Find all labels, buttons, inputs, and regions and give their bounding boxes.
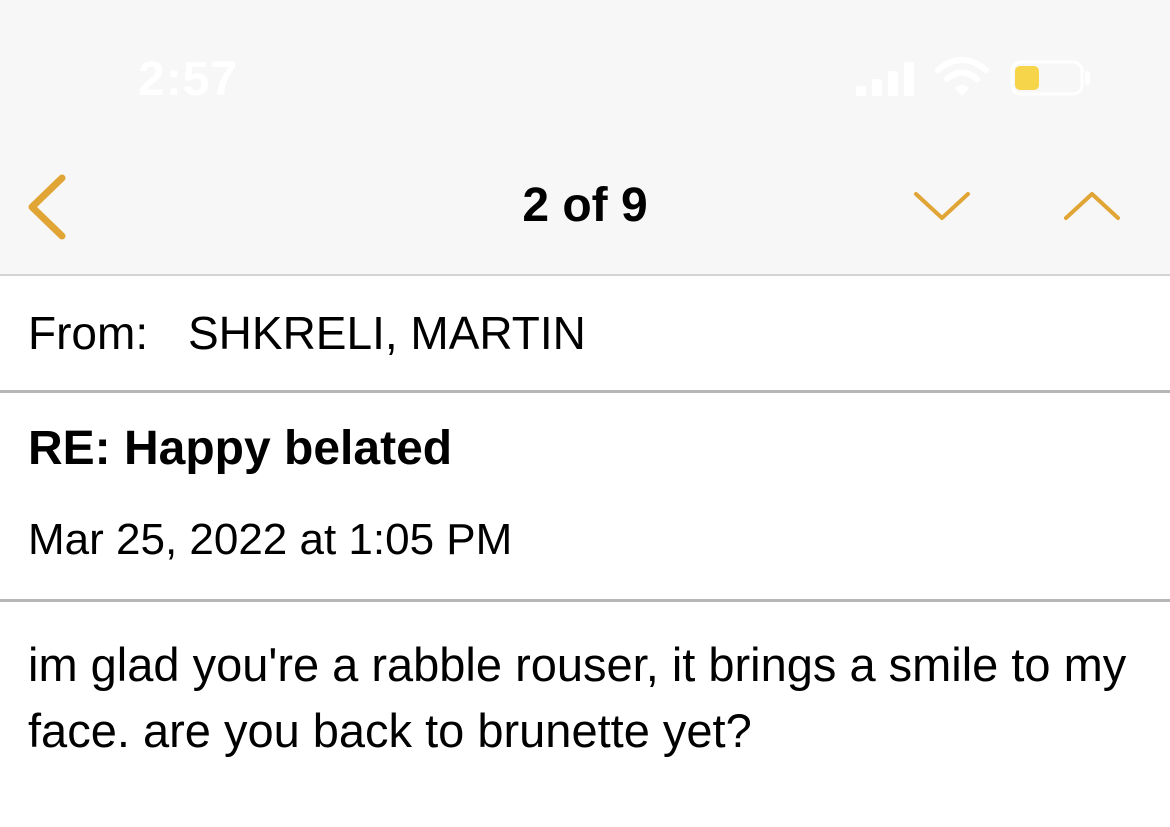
from-label: From: xyxy=(28,307,149,359)
battery-icon xyxy=(1010,60,1090,96)
from-row: From: SHKRELI, MARTIN xyxy=(0,276,1170,393)
wifi-icon xyxy=(935,57,989,96)
message-date: Mar 25, 2022 at 1:05 PM xyxy=(28,515,513,564)
status-time: 2:57 xyxy=(138,53,239,106)
chevron-up-icon[interactable] xyxy=(1060,186,1124,226)
top-bar: 2:57 2 of 9 xyxy=(0,0,1170,276)
message-header: RE: Happy belated Mar 25, 2022 at 1:05 P… xyxy=(0,393,1170,602)
cellular-signal-icon xyxy=(856,62,914,96)
sender-name[interactable]: SHKRELI, MARTIN xyxy=(188,306,586,360)
chevron-down-icon[interactable] xyxy=(910,186,974,226)
message-counter: 2 of 9 xyxy=(522,179,648,232)
message-body: im glad you're a rabble rouser, it bring… xyxy=(28,638,1127,757)
message-subject: RE: Happy belated xyxy=(28,422,453,475)
